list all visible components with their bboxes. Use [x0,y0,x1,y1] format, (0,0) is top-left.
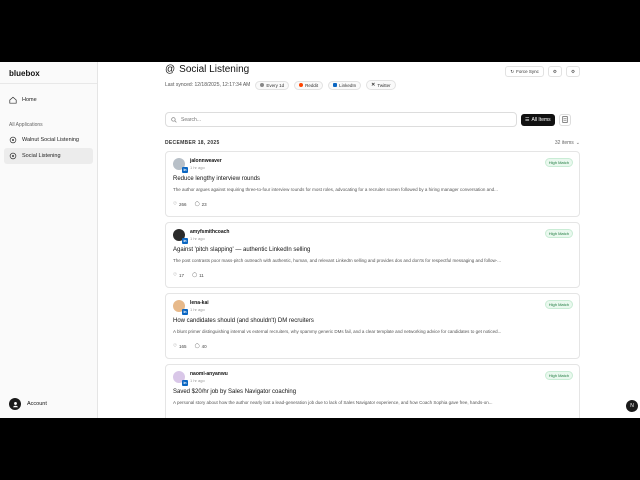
home-icon [9,96,17,104]
search-icon [171,116,177,123]
gear-icon: ⚙ [570,68,575,74]
reddit-chip: Reddit [294,80,324,90]
post-time: 1 hr ago [190,307,205,312]
post-time: 1 hr ago [190,378,205,383]
post-summary: A blunt primer distinguishing internal v… [173,329,502,334]
twitter-chip: ✕ Twitter [366,80,396,90]
post-author: jalonnweaver [190,158,222,164]
avatar: in [173,229,188,244]
post-summary: The post contrasts poor mass-pitch outre… [173,258,502,263]
avatar: in [173,158,188,173]
post-card[interactable]: in jalonnweaver 1 hr ago High Match Redu… [165,151,580,217]
more-button[interactable]: ⚙ [565,66,580,77]
heart-icon: ♡ [173,201,178,206]
linkedin-icon [333,83,338,87]
avatar: in [173,371,188,386]
document-icon [562,116,568,123]
brand-logo: bluebox [0,62,97,84]
last-synced-text: Last synced: 12/18/2025, 12:17:34 AM [165,82,251,88]
account-avatar [9,398,21,410]
app-icon [9,152,17,160]
search-box[interactable] [165,112,517,127]
view-toggle-button[interactable] [558,113,571,126]
search-input[interactable] [181,116,481,123]
date-group-header: DECEMBER 18, 2025 32 items ⌄ [165,140,580,146]
post-card[interactable]: in naomi-anyanwu 1 hr ago High Match Sav… [165,364,580,418]
post-title: Reduce lengthy interview rounds [173,176,261,182]
linkedin-chip: LinkedIn [328,80,362,90]
comment-icon: ◯ [192,272,198,277]
post-summary: The author argues against requiring thre… [173,187,498,192]
comments-stat: ◯ 23 [194,201,207,207]
main-content: @ Social Listening Last synced: 12/18/20… [99,62,640,418]
schedule-chip: Every 1d [255,80,290,90]
heart-icon: ♡ [173,343,178,348]
date-label: DECEMBER 18, 2025 [165,140,220,146]
sidebar-section-label: All Applications [9,122,43,128]
match-badge: High Match [544,300,573,309]
linkedin-icon: in [182,238,188,244]
post-title: Against 'pitch slapping' — authentic Lin… [173,247,311,253]
comments-stat: ◯ 40 [194,343,207,349]
sidebar-item-label: Walnut Social Listening [22,137,79,143]
linkedin-icon: in [182,167,188,173]
post-title: How candidates should (and shouldn't) DM… [173,318,314,324]
sidebar: bluebox Home All Applications Walnut Soc… [0,62,98,418]
linkedin-icon: in [182,309,188,315]
sidebar-item-walnut-social-listening[interactable]: Walnut Social Listening [4,132,93,148]
app-window: bluebox Home All Applications Walnut Soc… [0,62,640,418]
likes-stat: ♡ 266 [173,201,187,207]
post-author: lena-kai [190,300,209,306]
sidebar-item-label: Home [22,97,37,103]
force-sync-button[interactable]: ↻ Force Sync [505,66,544,77]
likes-stat: ♡ 165 [173,343,187,349]
chevron-down-icon: ⌄ [575,140,580,146]
at-icon: @ [165,64,176,75]
all-items-button[interactable]: ☰ All Items [521,113,555,126]
page-title: Social Listening [179,64,250,75]
match-badge: High Match [544,158,573,167]
list-icon: ☰ [525,116,530,123]
post-author: amyfsmithcoach [190,229,230,235]
gear-icon: ⚙ [552,68,557,74]
post-list: in jalonnweaver 1 hr ago High Match Redu… [165,151,580,418]
x-icon: ✕ [371,82,376,88]
post-author: naomi-anyanwu [190,371,228,377]
reddit-icon [299,83,304,87]
user-icon [12,401,18,407]
comments-stat: ◯ 11 [192,272,204,278]
likes-stat: ♡ 17 [173,272,185,278]
sidebar-item-label: Social Listening [22,153,61,159]
heart-icon: ♡ [173,272,178,277]
sidebar-item-home[interactable]: Home [4,92,93,108]
avatar: in [173,300,188,315]
item-count-toggle[interactable]: 32 items ⌄ [555,140,580,146]
post-card[interactable]: in amyfsmithcoach 1 hr ago High Match Ag… [165,222,580,288]
comment-icon: ◯ [194,343,200,348]
account-button[interactable]: Account [9,398,47,410]
match-badge: High Match [544,371,573,380]
post-title: Saved $20/hr job by Sales Navigator coac… [173,389,297,395]
post-time: 1 hr ago [190,165,205,170]
clock-icon [260,83,265,87]
comment-icon: ◯ [194,201,200,206]
post-time: 1 hr ago [190,236,205,241]
post-card[interactable]: in lena-kai 1 hr ago High Match How cand… [165,293,580,359]
header-actions: ↻ Force Sync ⚙ ⚙ [505,66,580,77]
help-button[interactable]: N [626,400,638,412]
post-summary: A personal story about how the author ne… [173,400,493,405]
account-label: Account [27,401,47,407]
linkedin-icon: in [182,380,188,386]
app-icon [9,136,17,144]
refresh-icon: ↻ [510,68,515,74]
sidebar-item-social-listening[interactable]: Social Listening [4,148,93,164]
match-badge: High Match [544,229,573,238]
settings-button[interactable]: ⚙ [547,66,562,77]
search-bar: ☰ All Items [165,112,580,127]
